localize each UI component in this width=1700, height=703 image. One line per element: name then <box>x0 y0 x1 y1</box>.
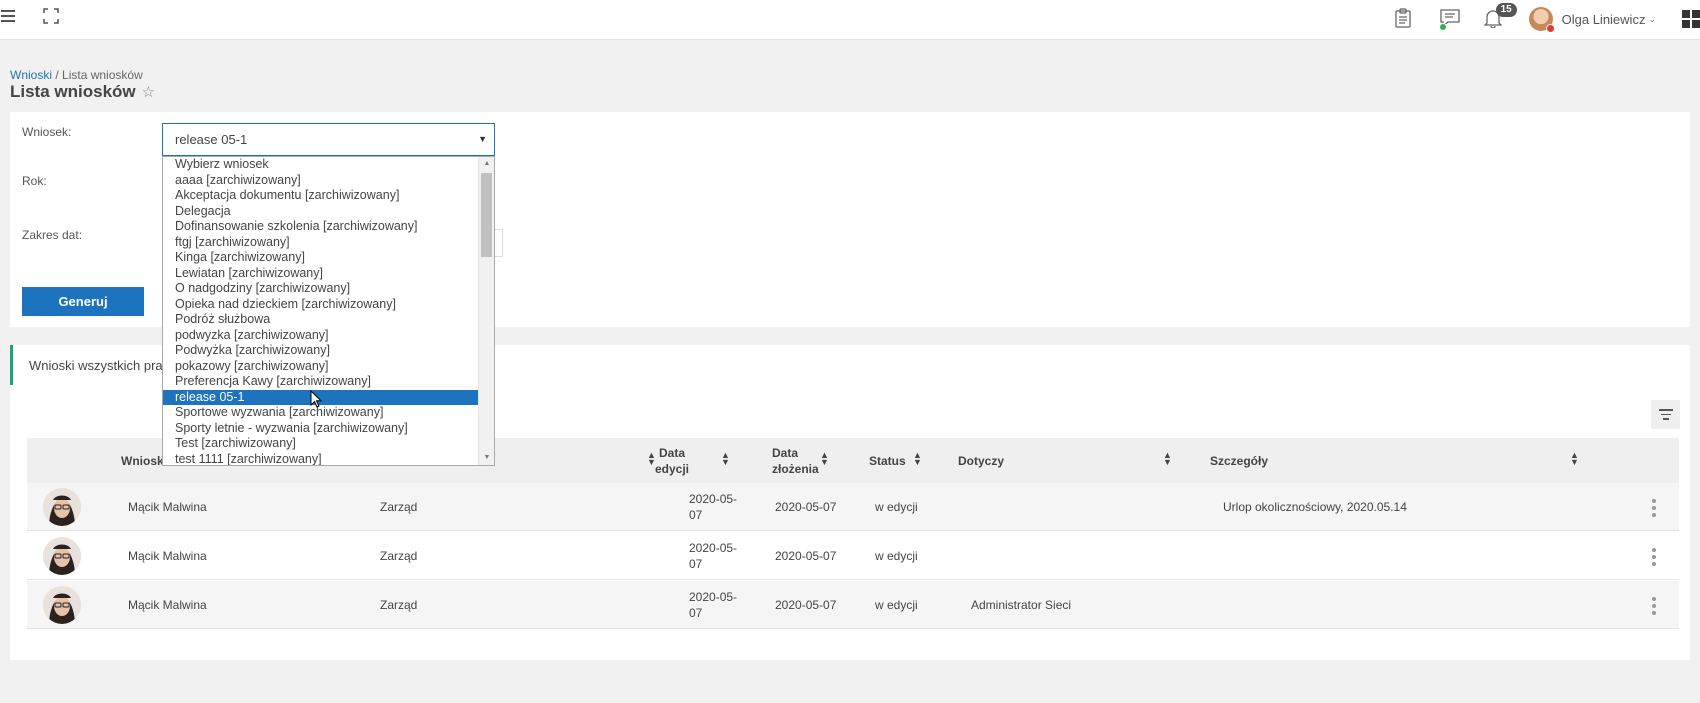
cell-details: Urlop okolicznościowy, 2020.05.14 <box>1223 500 1407 514</box>
wniosek-label: Wniosek: <box>22 125 72 139</box>
column-szczegoly[interactable]: Szczegóły <box>1210 438 1268 483</box>
dropdown-option[interactable]: Opieka nad dzieckiem [zarchiwizowany] <box>163 297 478 313</box>
sort-icon[interactable]: ▲ ▼ <box>1570 451 1579 467</box>
cell-status: w edycji <box>875 500 918 514</box>
dropdown-option[interactable]: Test [zarchiwizowany] <box>163 436 478 452</box>
table-row[interactable]: Mącik Malwina Zarząd 2020-05- 07 2020-05-… <box>27 581 1679 629</box>
dropdown-option[interactable]: test 1111 [zarchiwizowany] <box>163 452 478 466</box>
rok-label: Rok: <box>22 174 47 188</box>
sort-icon[interactable]: ▲ ▼ <box>1163 451 1172 467</box>
breadcrumb-current: Lista wniosków <box>62 68 143 82</box>
sort-icon[interactable]: ▲ ▼ <box>820 451 829 467</box>
section-accent <box>10 345 13 385</box>
more-options-icon[interactable] <box>1652 597 1656 615</box>
cell-name: Mącik Malwina <box>128 549 207 563</box>
dropdown-option[interactable]: Podróż służbowa <box>163 312 478 328</box>
dropdown-option[interactable]: Podwyżka [zarchiwizowany] <box>163 343 478 359</box>
menu-icon[interactable] <box>0 6 16 26</box>
user-name: Olga Liniewicz <box>1561 11 1646 27</box>
column-data-edycji[interactable]: Data edycji <box>642 438 702 483</box>
dropdown-option[interactable]: Delegacja <box>163 204 478 220</box>
column-wnioskodawca[interactable]: Wniosk <box>121 438 164 483</box>
dropdown-option[interactable]: Preferencja Kawy [zarchiwizowany] <box>163 374 478 390</box>
column-dotyczy[interactable]: Dotyczy <box>958 438 1004 483</box>
dropdown-option[interactable]: podwyzka [zarchiwizowany] <box>163 328 478 344</box>
top-bar: 15 Olga Liniewicz ⌄ <box>0 0 1700 40</box>
table-row[interactable]: Mącik Malwina Zarząd 2020-05- 07 2020-05-… <box>27 532 1679 580</box>
cell-edit-date: 2020-05- 07 <box>689 590 738 620</box>
cell-name: Mącik Malwina <box>128 500 207 514</box>
dropdown-scrollbar[interactable]: ▲ ▼ <box>478 157 494 465</box>
cell-unit: Zarząd <box>380 598 418 612</box>
dropdown-option[interactable]: aaaa [zarchiwizowany] <box>163 173 478 189</box>
dropdown-option[interactable]: ftgj [zarchiwizowany] <box>163 235 478 251</box>
notification-badge: 15 <box>1495 3 1517 17</box>
zakres-label: Zakres dat: <box>22 228 83 242</box>
cell-name: Mącik Malwina <box>128 598 207 612</box>
cell-edit-date: 2020-05- 07 <box>689 541 738 571</box>
caret-down-icon: ▼ <box>478 134 487 144</box>
cell-status: w edycji <box>875 549 918 563</box>
top-bar-right: 15 Olga Liniewicz ⌄ <box>1394 3 1700 34</box>
breadcrumb: Wnioski / Lista wniosków <box>10 68 143 82</box>
avatar <box>43 537 81 575</box>
wniosek-select[interactable]: release 05-1 ▼ <box>162 123 495 156</box>
sort-icon[interactable]: ▲ ▼ <box>913 451 922 467</box>
breadcrumb-root-link[interactable]: Wnioski <box>10 68 52 82</box>
page-title: Lista wniosków <box>10 82 136 101</box>
page-title-wrap: Lista wniosków ☆ <box>10 82 155 102</box>
more-options-icon[interactable] <box>1652 548 1656 566</box>
cell-unit: Zarząd <box>380 500 418 514</box>
breadcrumb-separator: / <box>52 68 63 82</box>
avatar <box>1528 7 1555 33</box>
apps-icon[interactable] <box>1682 10 1700 28</box>
wniosek-dropdown-list[interactable]: Wybierz wniosek aaaa [zarchiwizowany] Ak… <box>162 156 495 466</box>
cell-submit-date: 2020-05-07 <box>775 549 837 563</box>
scroll-down-icon[interactable]: ▼ <box>479 451 494 465</box>
dropdown-option[interactable]: Wybierz wniosek <box>163 157 478 173</box>
scrollbar-thumb[interactable] <box>481 173 492 257</box>
dropdown-option[interactable]: Lewiatan [zarchiwizowany] <box>163 266 478 282</box>
dropdown-option[interactable]: Kinga [zarchiwizowany] <box>163 250 478 266</box>
date-range-input[interactable] <box>495 229 503 257</box>
list-title: Wnioski wszystkich prac <box>29 358 170 373</box>
cell-submit-date: 2020-05-07 <box>775 500 837 514</box>
generate-button[interactable]: Generuj <box>22 287 144 316</box>
avatar <box>43 488 81 526</box>
dropdown-option[interactable]: Sporty letnie - wyzwania [zarchiwizowany… <box>163 421 478 437</box>
table-row[interactable]: Mącik Malwina Zarząd 2020-05- 07 2020-05-… <box>27 483 1679 531</box>
clipboard-icon[interactable] <box>1394 8 1416 30</box>
online-indicator <box>1438 23 1447 31</box>
cell-unit: Zarząd <box>380 549 418 563</box>
status-dot <box>1545 24 1555 33</box>
column-status[interactable]: Status <box>869 438 906 483</box>
fullscreen-icon[interactable] <box>42 7 60 25</box>
dropdown-option[interactable]: pokazowy [zarchiwizowany] <box>163 359 478 375</box>
dropdown-option[interactable]: Akceptacja dokumentu [zarchiwizowany] <box>163 188 478 204</box>
wniosek-select-value: release 05-1 <box>175 132 248 147</box>
avatar <box>43 586 81 624</box>
more-options-icon[interactable] <box>1652 499 1656 517</box>
cell-status: w edycji <box>875 598 918 612</box>
cell-submit-date: 2020-05-07 <box>775 598 837 612</box>
user-menu[interactable]: Olga Liniewicz ⌄ <box>1528 7 1656 33</box>
star-icon[interactable]: ☆ <box>142 83 155 101</box>
top-bar-left <box>0 6 60 26</box>
column-data-zlozenia[interactable]: Data złożenia <box>772 438 819 483</box>
cell-edit-date: 2020-05- 07 <box>689 492 738 522</box>
filter-button[interactable] <box>1651 400 1680 429</box>
sort-icon[interactable]: ▲ ▼ <box>721 451 730 467</box>
mouse-pointer-icon <box>310 389 323 408</box>
chevron-down-icon: ⌄ <box>1648 13 1656 24</box>
cell-concerns: Administrator Sieci <box>971 598 1072 612</box>
bell-icon[interactable]: 15 <box>1483 3 1517 30</box>
scroll-up-icon[interactable]: ▲ <box>479 157 494 171</box>
dropdown-option[interactable]: Dofinansowanie szkolenia [zarchiwizowany… <box>163 219 478 235</box>
chat-icon[interactable] <box>1438 8 1461 31</box>
dropdown-option[interactable]: O nadgodziny [zarchiwizowany] <box>163 281 478 297</box>
